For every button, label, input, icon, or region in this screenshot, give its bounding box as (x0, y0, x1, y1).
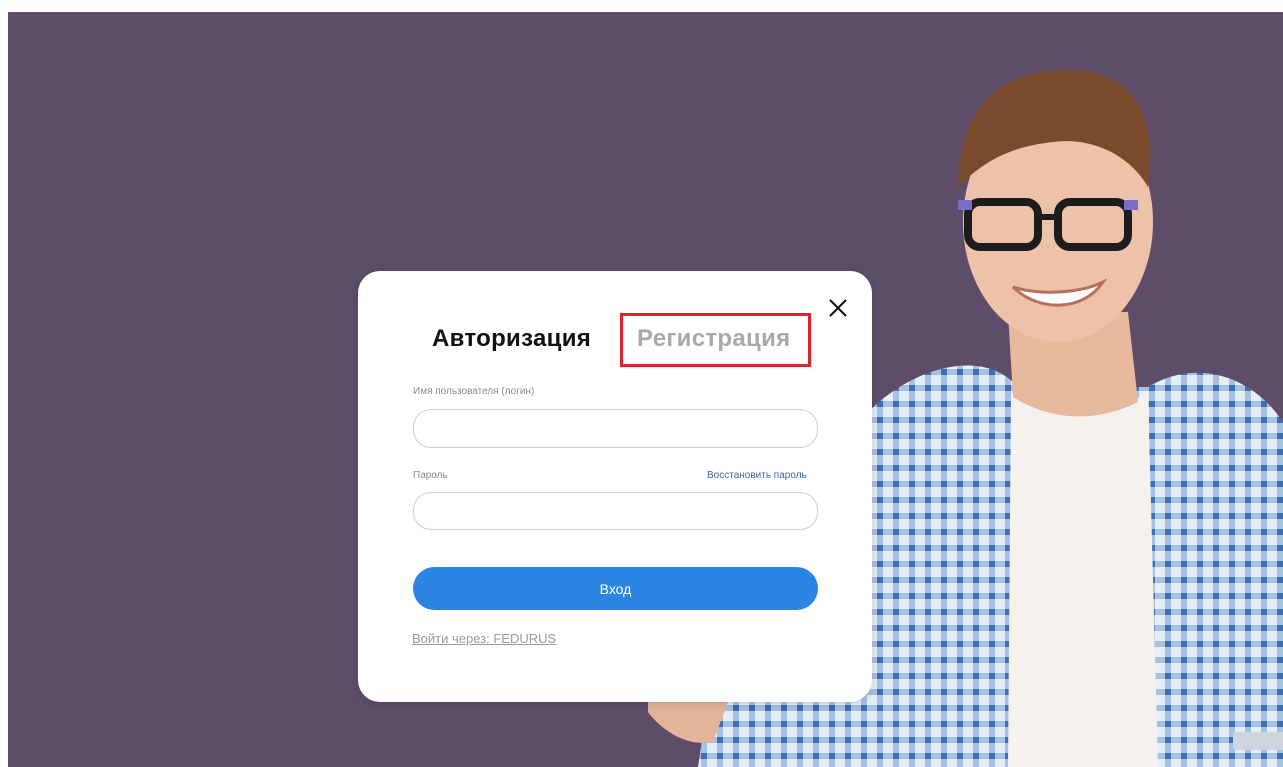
login-button[interactable]: Вход (413, 567, 818, 610)
recover-password-link[interactable]: Восстановить пароль (707, 470, 807, 481)
username-label: Имя пользователя (логин) (413, 386, 535, 397)
password-label: Пароль (413, 470, 448, 481)
tab-register[interactable]: Регистрация (637, 325, 790, 353)
username-input[interactable] (413, 409, 818, 448)
fedurus-login-link[interactable]: Войти через: FEDURUS (412, 631, 556, 646)
close-icon[interactable] (826, 296, 850, 320)
tab-login[interactable]: Авторизация (432, 325, 591, 353)
password-input[interactable] (413, 492, 818, 530)
